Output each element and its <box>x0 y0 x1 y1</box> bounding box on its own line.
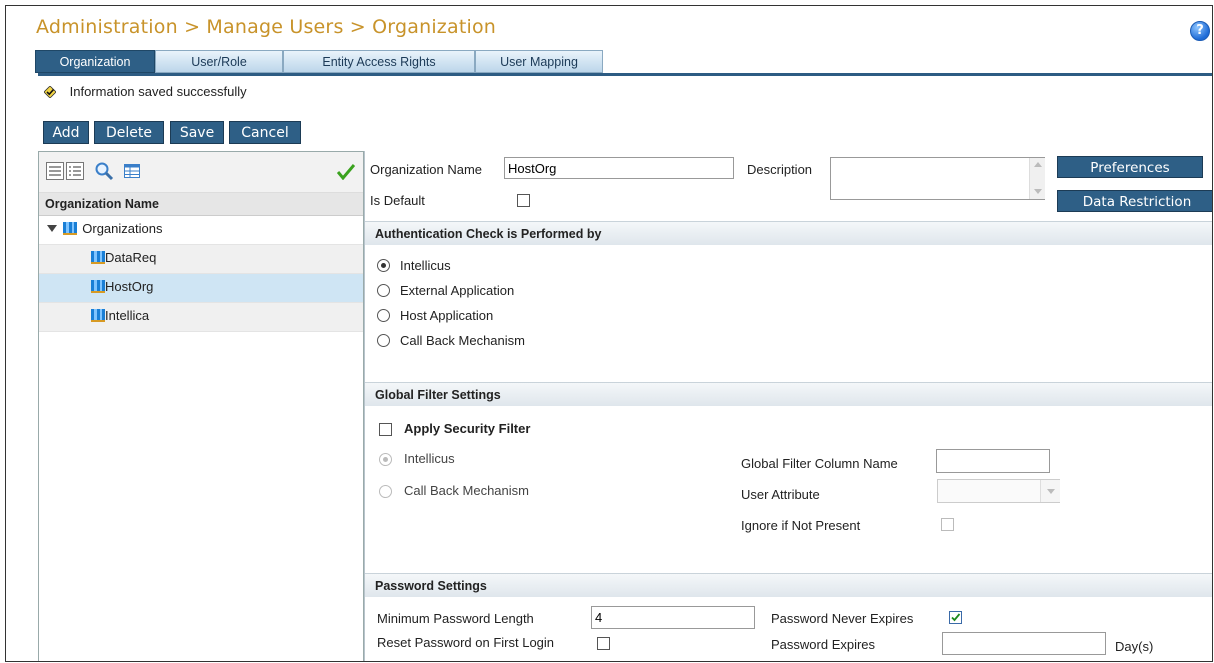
description-textarea[interactable] <box>830 157 1045 200</box>
tab-organization[interactable]: Organization <box>35 50 155 73</box>
tree-item-hostorg[interactable]: HostOrg <box>39 274 363 303</box>
description-scrollbar[interactable] <box>1029 158 1045 199</box>
tab-user-role[interactable]: User/Role <box>155 50 283 73</box>
preferences-button[interactable]: Preferences <box>1057 156 1203 178</box>
min-password-length-label: Minimum Password Length <box>377 611 534 626</box>
org-name-label: Organization Name <box>370 162 482 177</box>
apply-security-filter-label: Apply Security Filter <box>404 421 531 436</box>
filter-callback-radio[interactable] <box>379 485 392 498</box>
filter-column-name-label: Global Filter Column Name <box>741 456 898 471</box>
organization-form: Organization Name Description Preference… <box>364 151 1212 661</box>
password-expires-input[interactable] <box>942 632 1106 655</box>
tree-root-label: Organizations <box>82 221 163 236</box>
chevron-down-icon[interactable] <box>1040 480 1060 502</box>
password-expires-label: Password Expires <box>771 637 876 652</box>
status-message-text: Information saved successfully <box>69 84 247 99</box>
global-filter-section-header: Global Filter Settings <box>365 382 1212 406</box>
apply-security-filter-checkbox[interactable] <box>379 423 392 436</box>
is-default-label: Is Default <box>370 193 425 208</box>
auth-host-radio[interactable] <box>377 309 390 322</box>
filter-intellicus-label: Intellicus <box>404 451 455 466</box>
min-password-length-input[interactable] <box>591 606 755 629</box>
help-icon[interactable]: ? <box>1190 21 1210 41</box>
password-section-header: Password Settings <box>365 573 1212 597</box>
description-label: Description <box>747 162 813 177</box>
checkbox-check-icon <box>951 613 961 622</box>
tree-item-intellica[interactable]: Intellica <box>39 303 363 332</box>
list-view-icon[interactable] <box>46 162 64 180</box>
tree-item-datareq[interactable]: DataReq <box>39 245 363 274</box>
auth-intellicus-radio[interactable] <box>377 259 390 272</box>
success-icon <box>44 86 56 98</box>
days-label: Day(s) <box>1115 639 1154 654</box>
save-button[interactable]: Save <box>170 121 224 144</box>
password-never-expires-checkbox[interactable] <box>949 611 962 624</box>
expand-arrow-icon[interactable] <box>47 225 57 232</box>
filter-column-name-input[interactable] <box>936 449 1050 473</box>
delete-button[interactable]: Delete <box>94 121 164 144</box>
ignore-if-not-present-label: Ignore if Not Present <box>741 518 861 533</box>
organization-icon <box>91 251 105 264</box>
auth-host-label: Host Application <box>400 308 494 323</box>
search-icon[interactable] <box>94 161 114 181</box>
auth-section-header: Authentication Check is Performed by <box>365 221 1212 245</box>
tab-entity-access-rights[interactable]: Entity Access Rights <box>283 50 475 73</box>
reset-password-checkbox[interactable] <box>597 637 610 650</box>
password-never-expires-label: Password Never Expires <box>771 611 914 626</box>
auth-external-label: External Application <box>400 283 515 298</box>
filter-intellicus-radio[interactable] <box>379 453 392 466</box>
cancel-button[interactable]: Cancel <box>229 121 301 144</box>
is-default-checkbox[interactable] <box>517 194 530 207</box>
ignore-if-not-present-checkbox[interactable] <box>941 518 954 531</box>
page-title: Administration > Manage Users > Organiza… <box>36 16 497 38</box>
tree-item-label: HostOrg <box>105 279 154 294</box>
list-toolbar <box>39 152 363 193</box>
tab-underline <box>38 73 1212 76</box>
tree-item-label: DataReq <box>105 250 157 265</box>
tree-item-label: Intellica <box>105 308 150 323</box>
reset-password-label: Reset Password on First Login <box>377 635 555 650</box>
data-restriction-button[interactable]: Data Restriction <box>1057 190 1212 212</box>
status-message: Information saved successfully <box>44 84 247 99</box>
org-name-input[interactable] <box>504 157 734 179</box>
table-view-icon[interactable] <box>124 164 140 178</box>
auth-callback-label: Call Back Mechanism <box>400 333 525 348</box>
user-attribute-label: User Attribute <box>741 487 820 502</box>
tree-root[interactable]: Organizations <box>39 216 363 245</box>
filter-callback-label: Call Back Mechanism <box>404 483 529 498</box>
add-button[interactable]: Add <box>43 121 89 144</box>
organization-list-pane: Organization Name Organizations DataReq … <box>38 151 364 661</box>
checkmark-icon[interactable] <box>337 164 355 180</box>
detail-view-icon[interactable] <box>66 162 84 180</box>
auth-callback-radio[interactable] <box>377 334 390 347</box>
app-frame: Administration > Manage Users > Organiza… <box>5 5 1213 662</box>
organization-icon <box>91 280 105 293</box>
organization-icon <box>91 309 105 322</box>
auth-external-radio[interactable] <box>377 284 390 297</box>
auth-intellicus-label: Intellicus <box>400 258 451 273</box>
organization-icon <box>62 222 77 235</box>
tab-user-mapping[interactable]: User Mapping <box>475 50 603 73</box>
column-header: Organization Name <box>39 193 363 216</box>
